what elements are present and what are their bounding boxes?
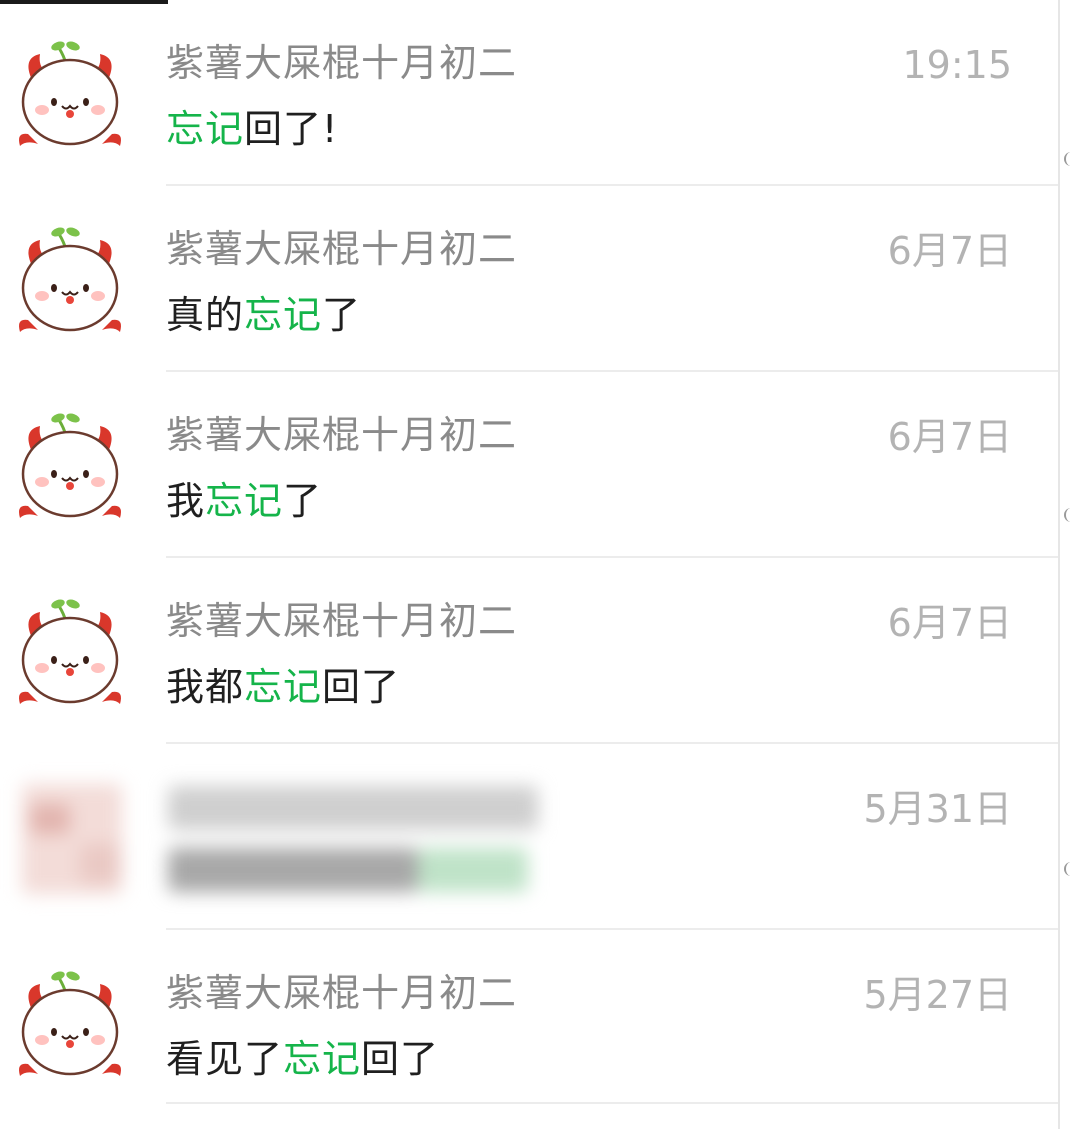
edge-handle-mark [1064, 862, 1070, 876]
message-segment: 忘记 [166, 107, 245, 151]
message-preview: 真的忘记了 [166, 288, 361, 342]
message-preview: 我忘记了 [166, 474, 322, 528]
message-time: 6月7日 [887, 229, 1012, 273]
right-panel-edge [1058, 0, 1060, 1129]
message-segment: 忘记 [205, 479, 284, 523]
row-divider [166, 1102, 1058, 1104]
message-segment: 我 [166, 479, 206, 523]
conversation-row[interactable]: 紫薯大屎棍十月初二 5月27日 看见了忘记回了 [0, 930, 1058, 1116]
message-segment: 真的 [166, 293, 245, 337]
message-segment: 忘记 [244, 293, 323, 337]
devil-cat-avatar-icon[interactable] [14, 594, 126, 706]
message-segment: 看见了 [166, 1037, 284, 1081]
edge-handle-mark [1064, 508, 1070, 522]
message-segment: 我都 [166, 665, 245, 709]
message-segment: 忘记 [283, 1037, 362, 1081]
message-segment: 回了! [244, 107, 339, 151]
contact-name: 紫薯大屎棍十月初二 [166, 227, 518, 271]
conversation-row[interactable]: 紫薯大屎棍十月初二 6月7日 我忘记了 [0, 372, 1058, 558]
message-segment: 回了 [361, 1037, 440, 1081]
conversation-row[interactable]: 5月31日 [0, 744, 1058, 930]
conversation-row[interactable]: 紫薯大屎棍十月初二 19:15 忘记回了! [0, 0, 1058, 186]
message-time: 6月7日 [887, 601, 1012, 645]
message-segment: 回了 [322, 665, 401, 709]
message-time: 6月7日 [887, 415, 1012, 459]
message-time: 5月27日 [863, 973, 1012, 1017]
message-preview: 我都忘记回了 [166, 660, 400, 714]
message-segment: 了 [322, 293, 362, 337]
conversation-row[interactable]: 紫薯大屎棍十月初二 6月7日 我都忘记回了 [0, 558, 1058, 744]
contact-name: 紫薯大屎棍十月初二 [166, 599, 518, 643]
edge-handle-mark [1064, 152, 1070, 166]
conversation-row[interactable]: 紫薯大屎棍十月初二 6月7日 真的忘记了 [0, 186, 1058, 372]
contact-name: 紫薯大屎棍十月初二 [166, 971, 518, 1015]
devil-cat-avatar-icon[interactable] [14, 966, 126, 1078]
devil-cat-avatar-icon[interactable] [14, 222, 126, 334]
message-preview: 看见了忘记回了 [166, 1032, 439, 1086]
contact-name: 紫薯大屎棍十月初二 [166, 413, 518, 457]
contact-name: 紫薯大屎棍十月初二 [166, 41, 518, 85]
message-segment: 忘记 [244, 665, 323, 709]
message-time: 5月31日 [863, 787, 1012, 831]
blurred-content-mask [0, 744, 600, 930]
message-preview: 忘记回了! [166, 102, 338, 156]
message-time: 19:15 [902, 43, 1012, 87]
devil-cat-avatar-icon[interactable] [14, 36, 126, 148]
devil-cat-avatar-icon[interactable] [14, 408, 126, 520]
message-segment: 了 [283, 479, 323, 523]
